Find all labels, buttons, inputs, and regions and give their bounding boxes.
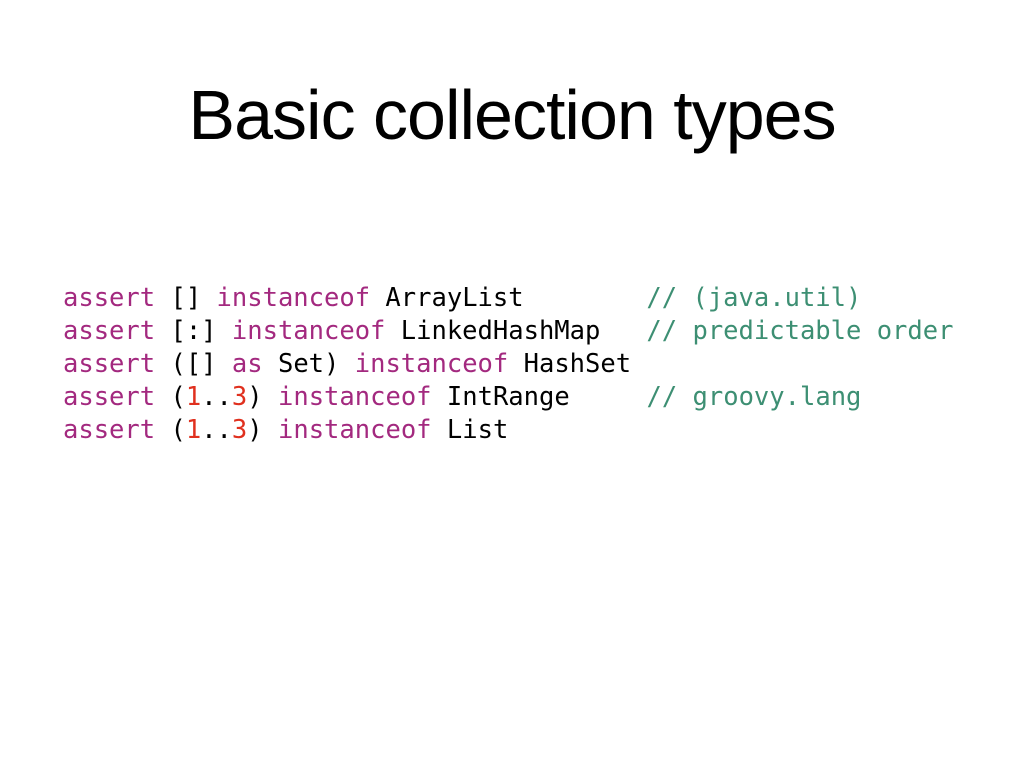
code-text: ( <box>155 415 186 445</box>
code-number: 1 <box>185 382 202 412</box>
code-number: 3 <box>231 382 248 412</box>
slide-title: Basic collection types <box>188 76 836 154</box>
code-text: List <box>431 415 509 445</box>
code-block: assert [] instanceof ArrayList // (java.… <box>63 282 953 447</box>
code-text: ) <box>247 382 278 412</box>
code-text: IntRange <box>431 382 647 412</box>
code-keyword: assert <box>63 316 156 346</box>
code-number: 3 <box>231 415 248 445</box>
code-keyword: instanceof <box>354 349 509 379</box>
code-keyword: instanceof <box>278 382 432 412</box>
code-text: ( <box>155 382 186 412</box>
code-keyword: as <box>231 349 263 379</box>
code-text: LinkedHashMap <box>385 316 647 346</box>
code-comment: // predictable order <box>646 316 954 346</box>
code-keyword: assert <box>63 283 156 313</box>
code-keyword: instanceof <box>278 415 432 445</box>
code-text: .. <box>201 415 232 445</box>
code-line: assert ([] as Set) instanceof HashSet <box>63 348 953 381</box>
code-keyword: assert <box>63 382 156 412</box>
code-comment: // (java.util) <box>646 283 862 313</box>
code-line: assert [:] instanceof LinkedHashMap // p… <box>63 315 953 348</box>
code-line: assert [] instanceof ArrayList // (java.… <box>63 282 953 315</box>
code-keyword: assert <box>63 349 156 379</box>
code-text: [] <box>155 283 217 313</box>
code-keyword: assert <box>63 415 156 445</box>
code-text: .. <box>201 382 232 412</box>
code-keyword: instanceof <box>231 316 386 346</box>
code-text: [:] <box>155 316 232 346</box>
code-line: assert (1..3) instanceof List <box>63 414 953 447</box>
code-keyword: instanceof <box>216 283 371 313</box>
code-text: ) <box>247 415 278 445</box>
code-text: ([] <box>155 349 232 379</box>
code-line: assert (1..3) instanceof IntRange // gro… <box>63 381 953 414</box>
code-text: Set) <box>262 349 355 379</box>
code-comment: // groovy.lang <box>646 382 862 412</box>
code-text: ArrayList <box>370 283 647 313</box>
code-text: HashSet <box>508 349 632 379</box>
code-number: 1 <box>185 415 202 445</box>
